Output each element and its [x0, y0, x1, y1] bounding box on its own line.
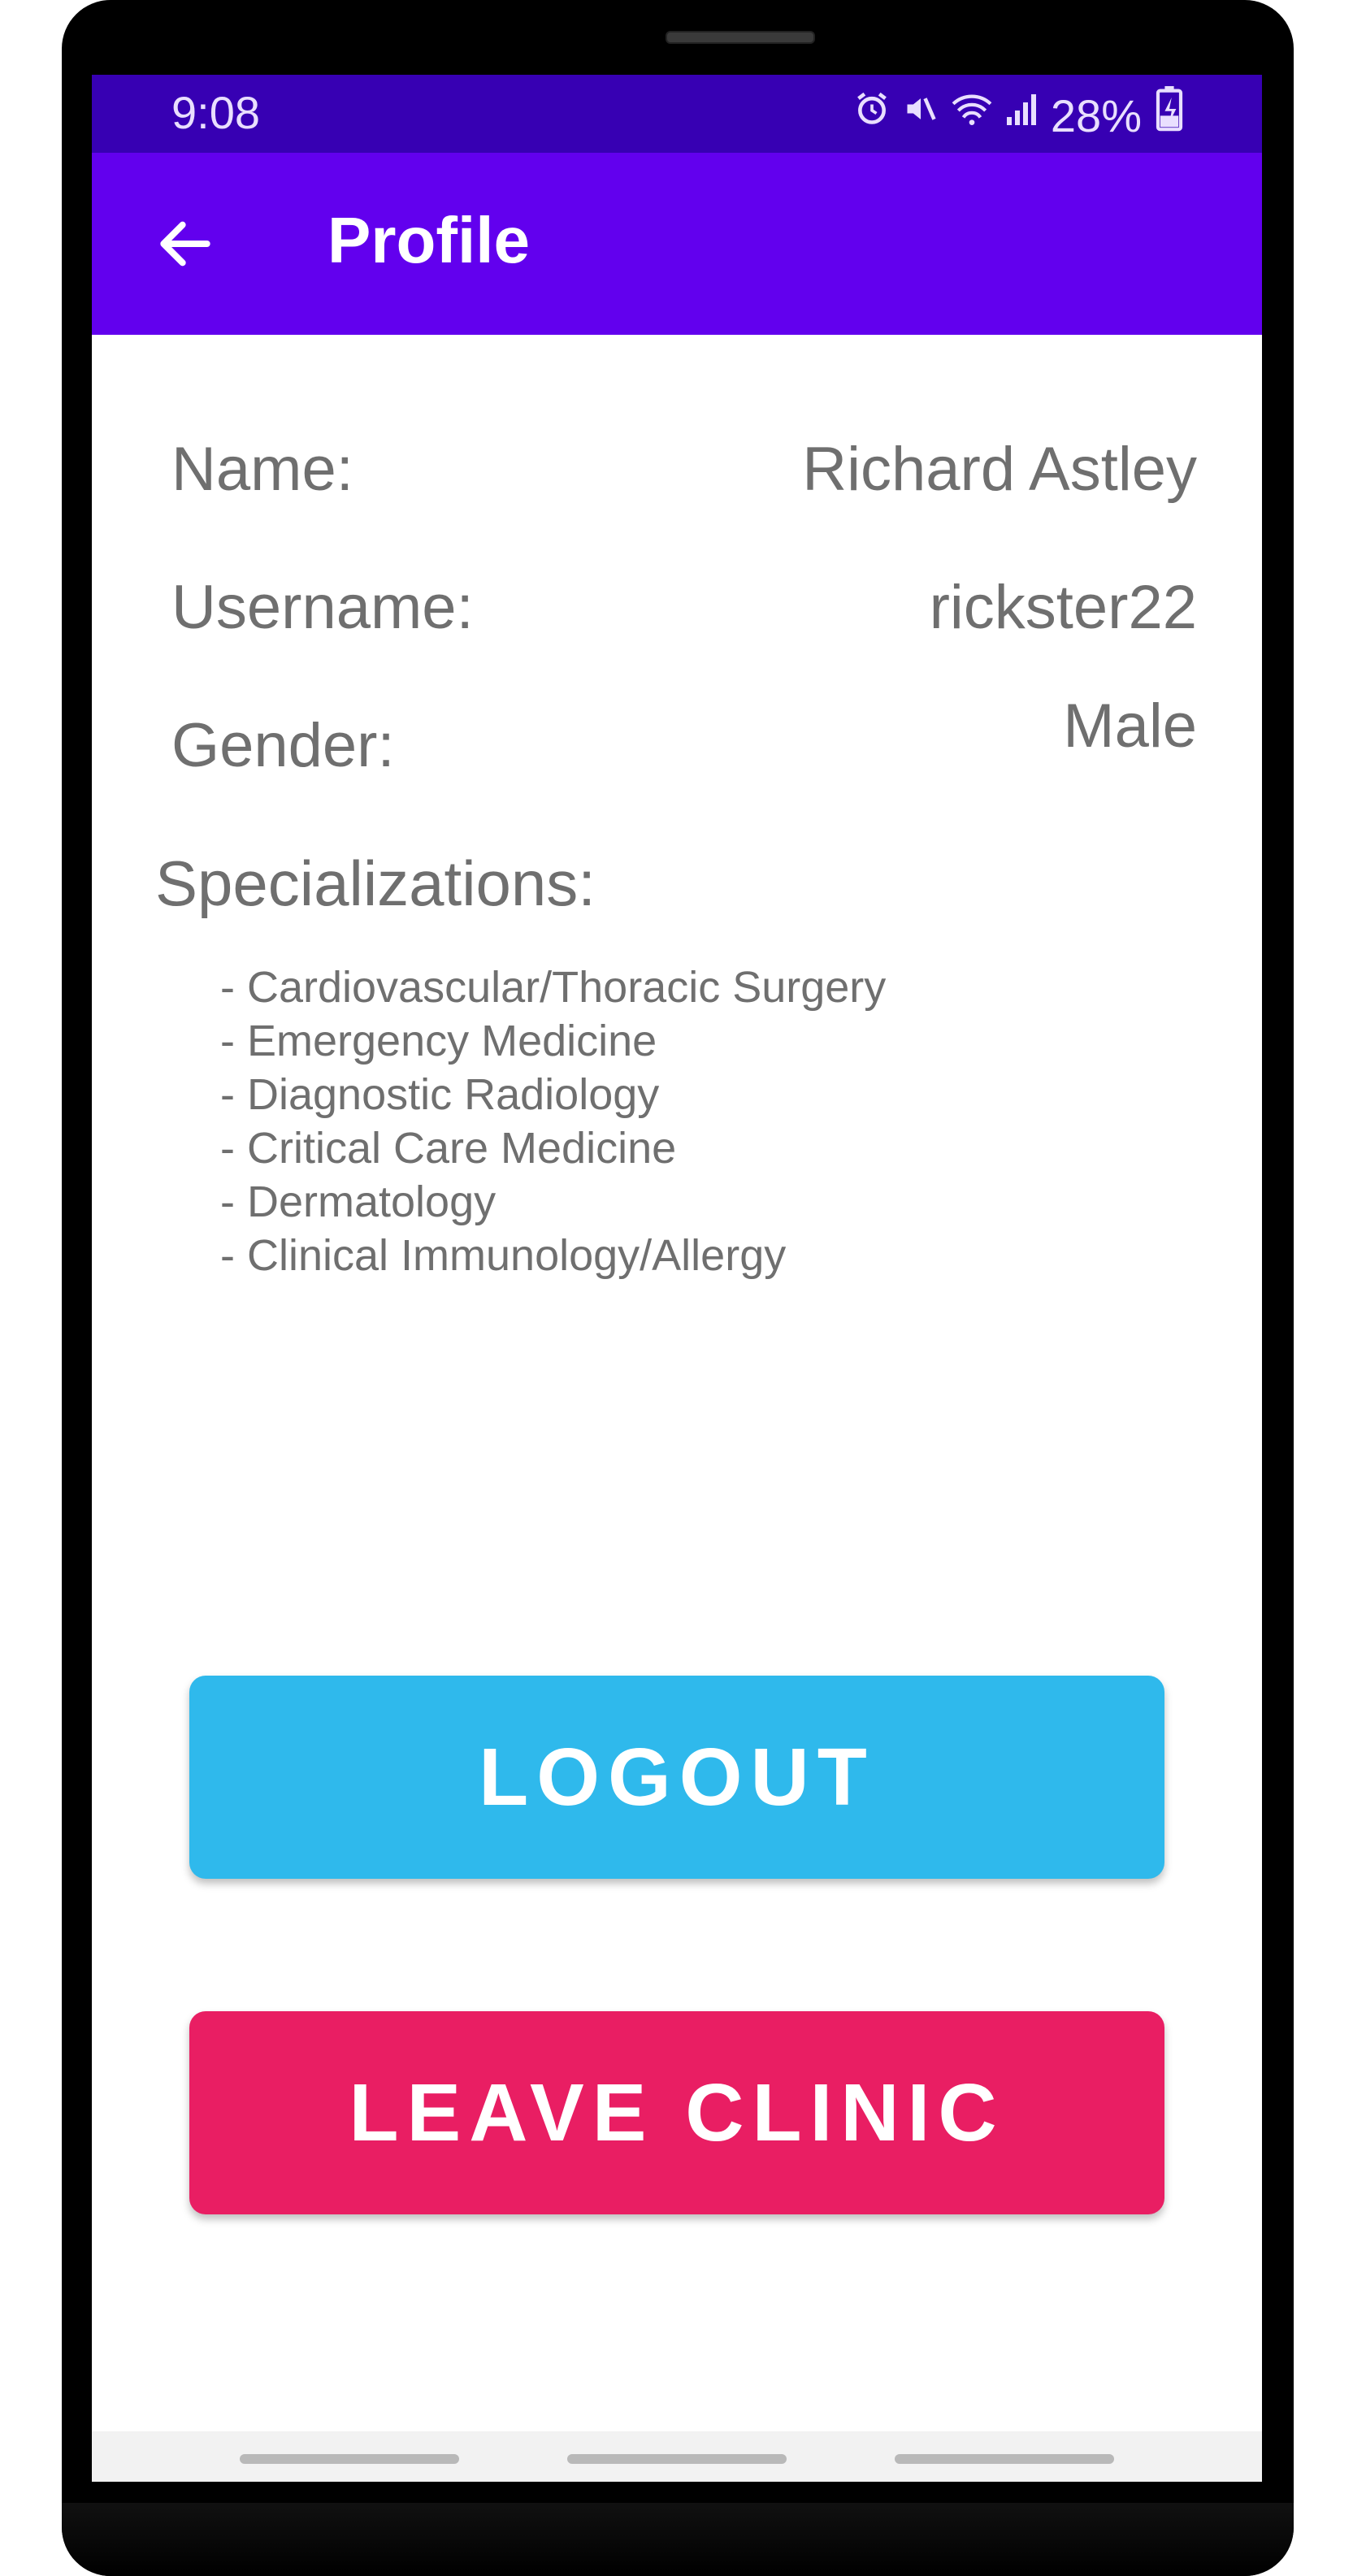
leave-clinic-button[interactable]: LEAVE CLINIC [189, 2011, 1164, 2214]
phone-speaker [666, 31, 815, 44]
back-button[interactable] [149, 211, 222, 276]
phone-screen: 9:08 28% Profile Name: Richard Astley Us… [92, 75, 1262, 2482]
username-label: Username: [171, 573, 474, 642]
gender-label: Gender: [171, 711, 395, 780]
nav-home-handle[interactable] [567, 2454, 787, 2464]
phone-bottom-bezel [62, 2503, 1294, 2576]
app-bar: Profile [92, 153, 1262, 335]
status-bar: 9:08 28% [92, 75, 1262, 153]
list-item: - Critical Care Medicine [220, 1124, 677, 1173]
list-item: - Dermatology [220, 1177, 497, 1226]
battery-percent: 28% [1050, 89, 1142, 141]
nav-recents-handle[interactable] [240, 2454, 459, 2464]
nav-back-handle[interactable] [895, 2454, 1114, 2464]
name-label: Name: [171, 435, 353, 504]
list-item: - Cardiovascular/Thoracic Surgery [220, 963, 887, 1012]
gender-value: Male [1063, 692, 1197, 761]
wifi-icon [952, 91, 992, 140]
battery-charging-icon [1155, 86, 1184, 145]
status-time: 9:08 [171, 87, 260, 138]
list-item: - Diagnostic Radiology [220, 1070, 660, 1119]
username-value: rickster22 [929, 573, 1197, 642]
signal-icon [1005, 91, 1038, 140]
mute-icon [903, 91, 939, 140]
name-value: Richard Astley [802, 435, 1197, 504]
specializations-list: - Cardiovascular/Thoracic Surgery - Emer… [220, 961, 886, 1282]
arrow-left-icon [160, 221, 210, 267]
list-item: - Emergency Medicine [220, 1017, 657, 1065]
logout-button[interactable]: LOGOUT [189, 1676, 1164, 1879]
list-item: - Clinical Immunology/Allergy [220, 1231, 787, 1280]
page-title: Profile [327, 204, 530, 276]
alarm-icon [854, 91, 890, 140]
status-icons: 28% [854, 86, 1184, 145]
specializations-title: Specializations: [155, 848, 596, 919]
navigation-bar [92, 2431, 1262, 2482]
